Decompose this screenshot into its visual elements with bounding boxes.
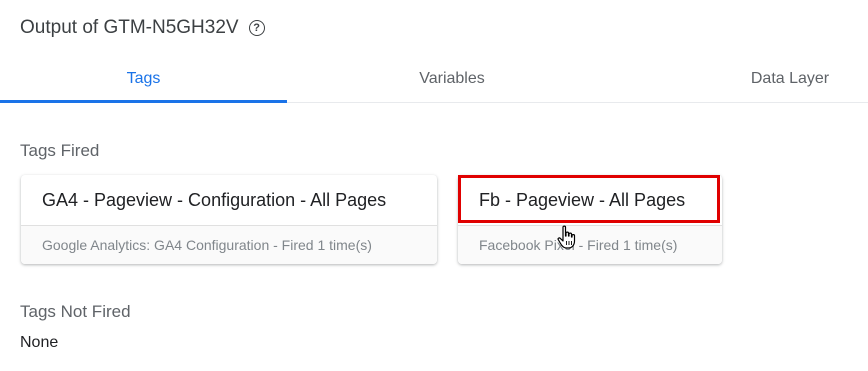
tags-not-fired-value: None: [20, 334, 59, 351]
tag-card-title: Fb - Pageview - All Pages: [458, 175, 722, 226]
hand-pointer-icon: [557, 225, 576, 249]
tag-card-title: GA4 - Pageview - Configuration - All Pag…: [21, 175, 437, 226]
page-header: Output of GTM-N5GH32V ?: [20, 14, 265, 42]
tab-data-layer[interactable]: Data Layer: [718, 56, 862, 102]
tags-fired-heading: Tags Fired: [20, 141, 100, 160]
active-tab-indicator: [0, 100, 287, 103]
help-icon[interactable]: ?: [248, 20, 265, 36]
page-title: Output of GTM-N5GH32V: [20, 17, 239, 38]
tag-card-fb[interactable]: Fb - Pageview - All Pages Facebook Pixel…: [458, 175, 722, 264]
tab-bar: Tags Variables Data Layer: [0, 56, 868, 103]
tags-not-fired-heading: Tags Not Fired: [20, 302, 131, 321]
tag-card-subtitle: Google Analytics: GA4 Configuration - Fi…: [21, 226, 437, 264]
tag-card-ga4[interactable]: GA4 - Pageview - Configuration - All Pag…: [21, 175, 437, 264]
tag-card-subtitle: Facebook Pixel - Fired 1 time(s): [458, 226, 722, 264]
tab-tags[interactable]: Tags: [0, 56, 287, 102]
tab-variables[interactable]: Variables: [366, 56, 538, 102]
